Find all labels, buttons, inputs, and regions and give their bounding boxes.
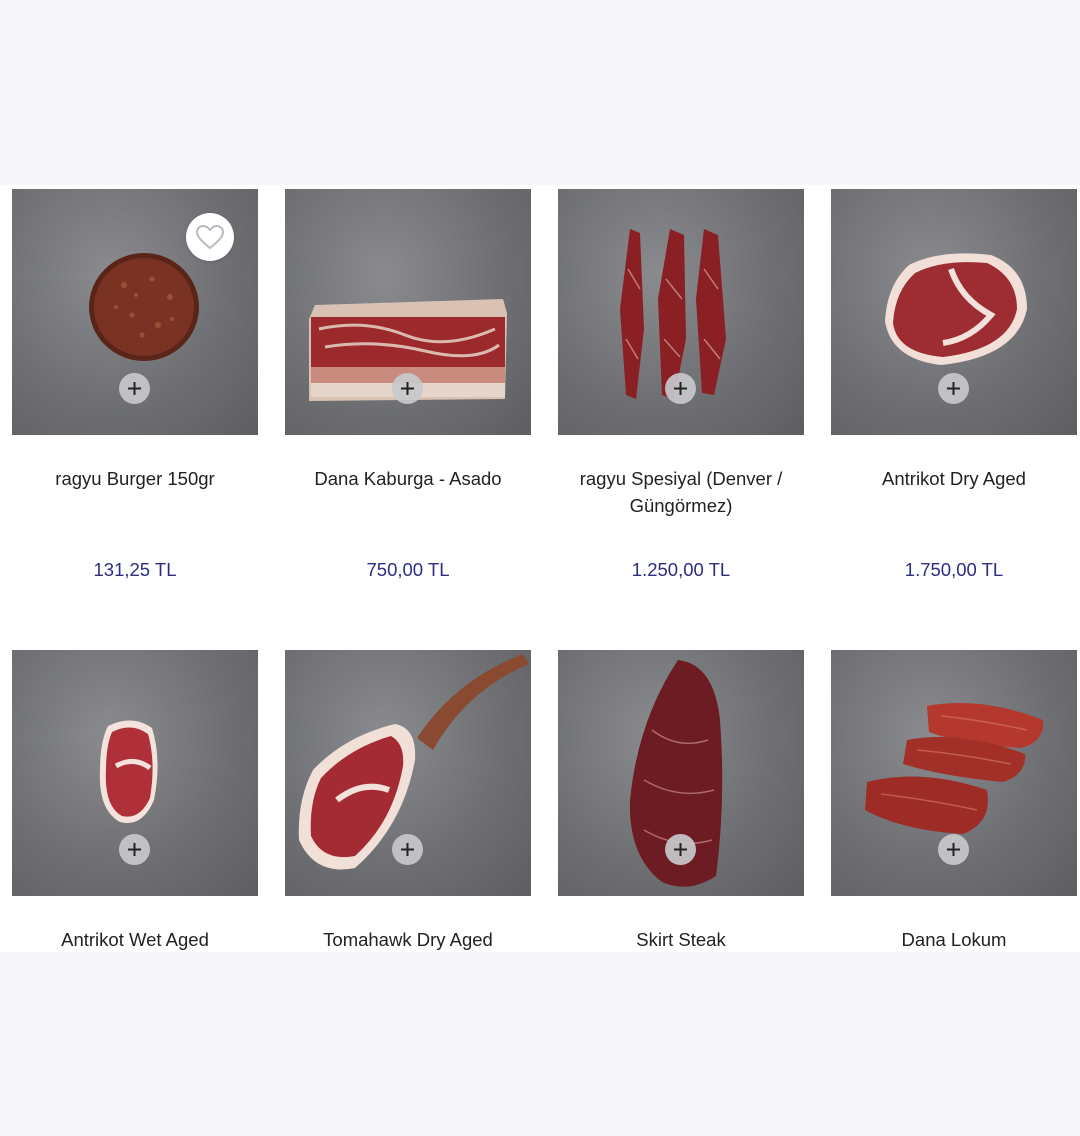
plus-icon: [674, 843, 687, 856]
product-name[interactable]: Dana Lokum: [831, 926, 1077, 953]
add-to-cart-button[interactable]: [392, 834, 423, 865]
favorite-button[interactable]: [186, 213, 234, 261]
product-image[interactable]: [12, 650, 258, 896]
plus-icon: [674, 382, 687, 395]
product-price: 1.750,00 TL: [904, 559, 1004, 580]
product-name[interactable]: Skirt Steak: [558, 926, 804, 953]
product-name[interactable]: Tomahawk Dry Aged: [285, 926, 531, 953]
add-to-cart-button[interactable]: [665, 373, 696, 404]
product-card[interactable]: Antrikot Dry Aged 1.750,00 TL: [831, 189, 1077, 580]
product-name[interactable]: ragyu Burger 150gr: [12, 465, 258, 492]
plus-icon: [128, 382, 141, 395]
product-card[interactable]: Antrikot Wet Aged: [12, 650, 258, 953]
plus-icon: [947, 382, 960, 395]
product-image[interactable]: [285, 189, 531, 435]
product-name[interactable]: Antrikot Dry Aged: [831, 465, 1077, 492]
product-card[interactable]: ragyu Spesiyal (Denver / Güngörmez) 1.25…: [558, 189, 804, 580]
product-card[interactable]: Tomahawk Dry Aged: [285, 650, 531, 953]
product-price: 131,25 TL: [93, 559, 177, 580]
product-price: 1.250,00 TL: [631, 559, 731, 580]
product-image[interactable]: [285, 650, 531, 896]
add-to-cart-button[interactable]: [938, 834, 969, 865]
product-image[interactable]: [831, 650, 1077, 896]
add-to-cart-button[interactable]: [119, 373, 150, 404]
add-to-cart-button[interactable]: [665, 834, 696, 865]
product-image[interactable]: [831, 189, 1077, 435]
product-name[interactable]: Dana Kaburga - Asado: [285, 465, 531, 492]
product-image[interactable]: [12, 189, 258, 435]
plus-icon: [947, 843, 960, 856]
heart-outline-icon: [195, 224, 225, 250]
product-card[interactable]: Dana Lokum: [831, 650, 1077, 953]
product-price: 750,00 TL: [366, 559, 450, 580]
add-to-cart-button[interactable]: [119, 834, 150, 865]
product-name[interactable]: Antrikot Wet Aged: [12, 926, 258, 953]
product-card[interactable]: Skirt Steak: [558, 650, 804, 953]
product-grid: ragyu Burger 150gr 131,25 TL Dana Kaburg…: [0, 185, 1080, 952]
product-image[interactable]: [558, 650, 804, 896]
plus-icon: [128, 843, 141, 856]
plus-icon: [401, 382, 414, 395]
product-name[interactable]: ragyu Spesiyal (Denver / Güngörmez): [558, 465, 804, 519]
plus-icon: [401, 843, 414, 856]
product-card[interactable]: Dana Kaburga - Asado 750,00 TL: [285, 189, 531, 580]
product-card[interactable]: ragyu Burger 150gr 131,25 TL: [12, 189, 258, 580]
add-to-cart-button[interactable]: [938, 373, 969, 404]
add-to-cart-button[interactable]: [392, 373, 423, 404]
product-image[interactable]: [558, 189, 804, 435]
